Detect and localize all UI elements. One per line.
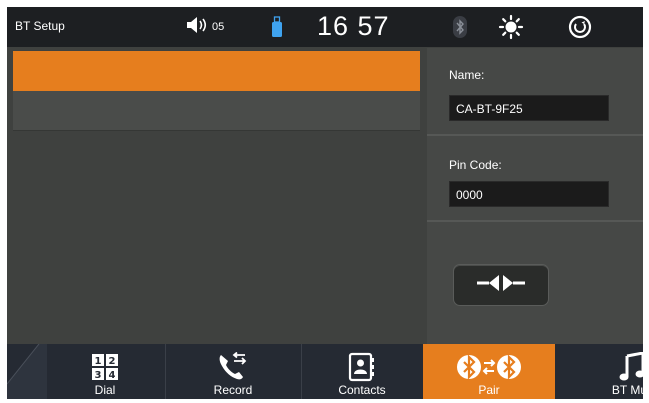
pair-bluetooth-icon xyxy=(456,352,522,385)
nav-dial[interactable]: 1 2 3 4 Dial xyxy=(45,344,165,399)
nav-label: BT Mus xyxy=(611,383,643,397)
pin-code-field[interactable]: 0000 xyxy=(449,181,609,207)
nav-contacts[interactable]: Contacts xyxy=(301,344,423,399)
device-info-panel: Name: CA-BT-9F25 Pin Code: 0000 xyxy=(427,48,643,344)
dialpad-icon: 1 2 3 4 xyxy=(90,352,120,385)
name-field[interactable]: CA-BT-9F25 xyxy=(449,95,609,121)
usb-icon xyxy=(271,16,283,42)
connect-plug-icon xyxy=(475,272,527,298)
nav-pair[interactable]: Pair xyxy=(423,344,555,399)
paired-device-list[interactable] xyxy=(13,51,420,339)
name-label: Name: xyxy=(449,68,485,82)
bt-setup-screen: BT Setup 05 16 57 Name: CA-BT-9F25 Pin C… xyxy=(7,7,643,399)
name-section: Name: CA-BT-9F25 xyxy=(427,48,643,136)
svg-text:4: 4 xyxy=(109,370,116,381)
svg-text:3: 3 xyxy=(95,370,102,381)
speaker-icon xyxy=(185,16,211,38)
svg-text:1: 1 xyxy=(95,356,102,367)
connect-button[interactable] xyxy=(453,264,549,306)
screen-title: BT Setup xyxy=(15,19,65,33)
bluetooth-status-icon xyxy=(453,16,467,42)
nav-bt-music[interactable]: BT Mus xyxy=(567,344,643,399)
contacts-icon xyxy=(347,352,377,385)
status-bar: BT Setup 05 16 57 xyxy=(7,7,643,47)
nav-record[interactable]: Record xyxy=(165,344,301,399)
volume-level: 05 xyxy=(212,21,225,33)
power-icon[interactable] xyxy=(568,15,592,43)
clock: 16 57 xyxy=(317,11,390,41)
pin-section: Pin Code: 0000 xyxy=(427,136,643,222)
volume-indicator[interactable]: 05 xyxy=(185,17,224,37)
nav-label: Dial xyxy=(94,383,116,397)
device-row-selected[interactable] xyxy=(13,51,420,91)
pin-code-label: Pin Code: xyxy=(449,158,502,172)
device-row[interactable] xyxy=(13,91,420,131)
call-log-icon xyxy=(217,351,249,385)
nav-label: Pair xyxy=(478,383,500,397)
brightness-icon[interactable] xyxy=(498,14,524,44)
svg-text:2: 2 xyxy=(109,356,116,367)
music-note-icon xyxy=(619,351,643,385)
nav-corner-decoration xyxy=(7,344,47,399)
bottom-nav: 1 2 3 4 Dial Record Contacts Pair BT M xyxy=(7,344,643,399)
nav-label: Record xyxy=(213,383,253,397)
nav-label: Contacts xyxy=(338,383,386,397)
